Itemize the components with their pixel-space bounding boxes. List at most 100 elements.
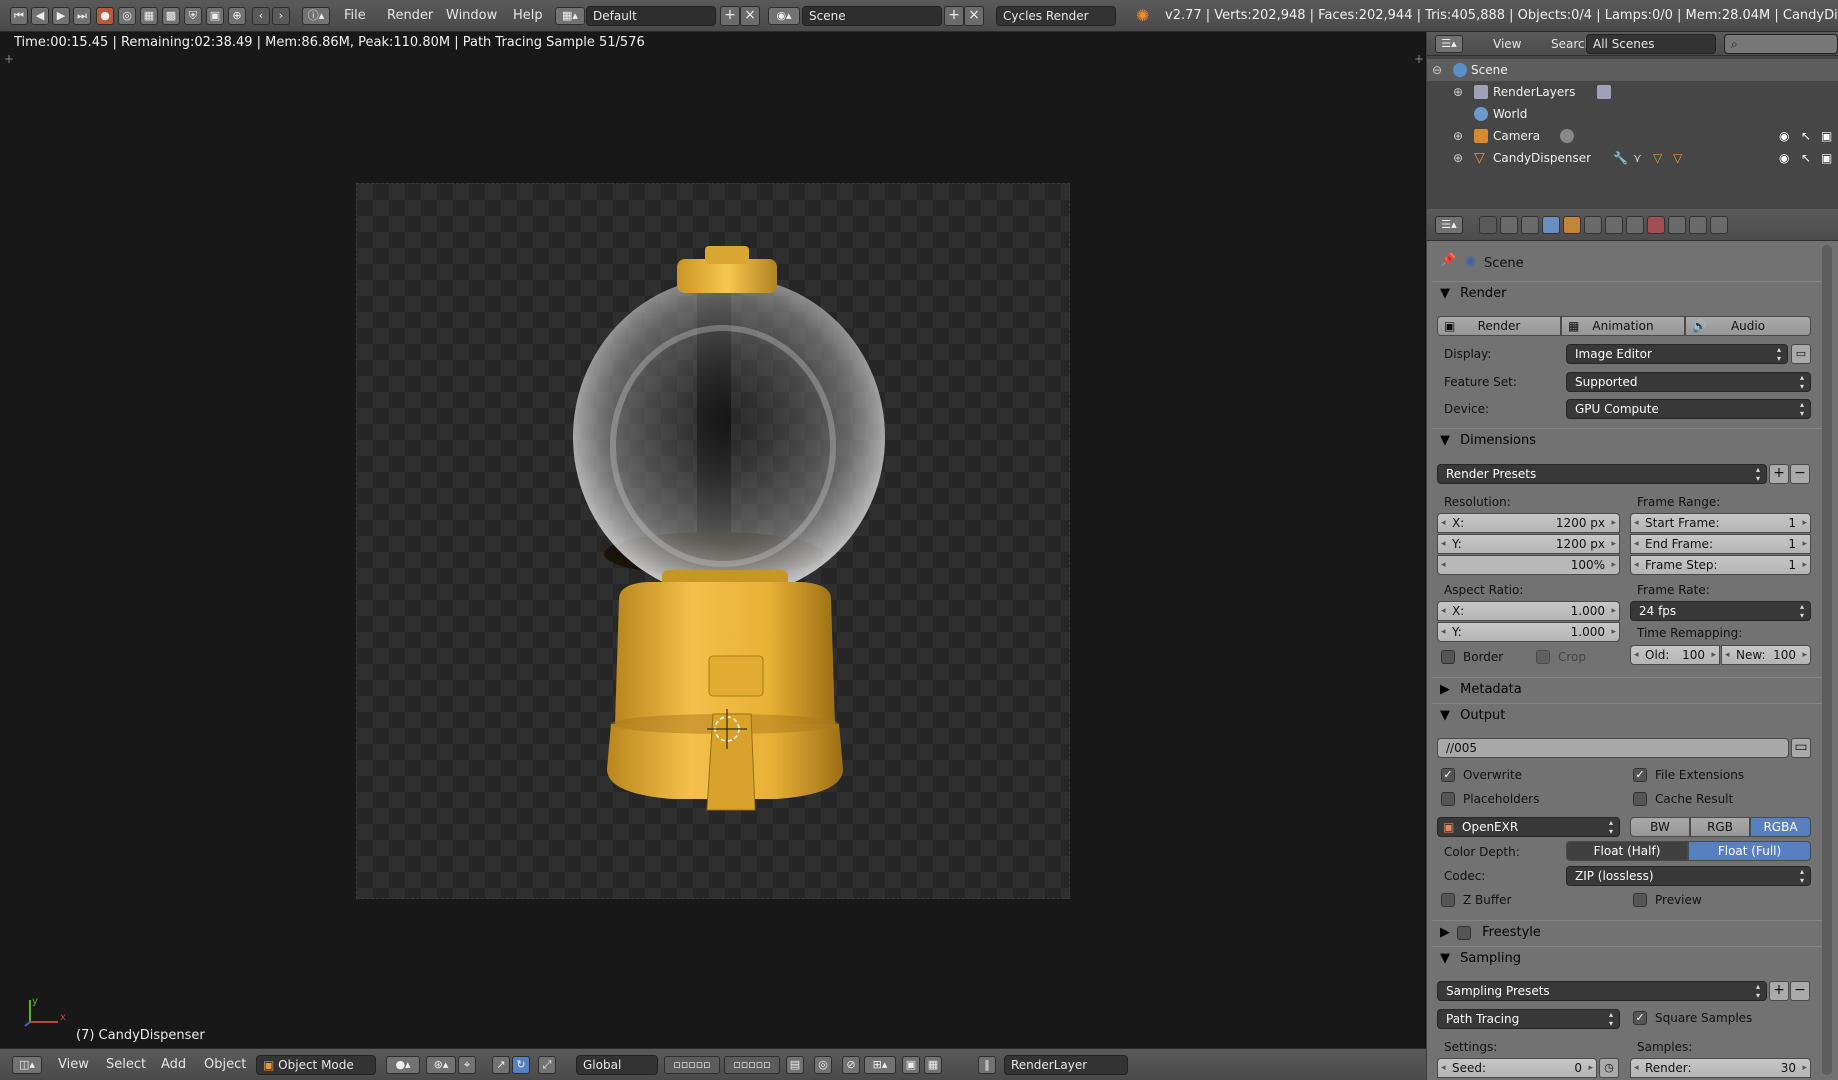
pause-icon[interactable]: ‖: [978, 1056, 996, 1074]
bw-button[interactable]: BW: [1630, 817, 1690, 837]
render-presets-select[interactable]: Render Presets: [1437, 464, 1767, 484]
remove-scene-button[interactable]: ×: [964, 6, 984, 26]
end-frame-field[interactable]: End Frame: 1: [1630, 534, 1811, 554]
display-select[interactable]: Image Editor: [1566, 344, 1788, 364]
world-tab-icon[interactable]: [1542, 216, 1560, 234]
outliner-filter-select[interactable]: All Scenes: [1586, 34, 1716, 54]
menu-window[interactable]: Window: [446, 8, 497, 23]
add-layout-button[interactable]: +: [720, 6, 740, 26]
zbuffer-checkbox[interactable]: [1441, 893, 1455, 907]
eye-icon[interactable]: ◉: [1779, 125, 1789, 147]
device-select[interactable]: GPU Compute: [1566, 399, 1811, 419]
remove-preset-button[interactable]: −: [1790, 464, 1810, 484]
camera-render-icon[interactable]: ▣: [206, 7, 224, 25]
properties-scrollbar[interactable]: [1822, 245, 1832, 1075]
start-frame-field[interactable]: Start Frame: 1: [1630, 513, 1811, 533]
time-new-field[interactable]: New: 100: [1721, 645, 1811, 665]
animation-button[interactable]: ▦ Animation: [1561, 316, 1685, 336]
properties-editor-icon[interactable]: ☰▴: [1435, 216, 1463, 234]
outliner-item-camera[interactable]: ⊕ Camera ◉ ↖ ▣: [1427, 125, 1838, 147]
editor-type-icon[interactable]: ◫▴: [12, 1056, 42, 1074]
scene-field[interactable]: Scene: [802, 6, 942, 26]
checker-icon[interactable]: ▩: [162, 7, 180, 25]
resolution-percent-field[interactable]: 100%: [1437, 555, 1620, 575]
object-tab-icon[interactable]: [1563, 216, 1581, 234]
window-icon[interactable]: ▭: [1791, 344, 1811, 364]
placeholders-checkbox[interactable]: [1441, 792, 1455, 806]
pin-icon[interactable]: 📌: [1440, 253, 1456, 268]
menu-add[interactable]: Add: [161, 1057, 186, 1072]
transform-orientation-select[interactable]: Global: [576, 1055, 658, 1075]
render-camera-icon[interactable]: ▣: [1821, 147, 1832, 169]
screen-layout-icon[interactable]: ▦▴: [555, 7, 585, 25]
menu-file[interactable]: File: [344, 8, 366, 23]
outliner-item-renderlayers[interactable]: ⊕ RenderLayers: [1427, 81, 1838, 103]
ogl-render-icon[interactable]: ▣: [902, 1056, 920, 1074]
codec-select[interactable]: ZIP (lossless): [1566, 866, 1811, 886]
proportional-edit-icon[interactable]: ◎: [814, 1056, 832, 1074]
resolution-y-field[interactable]: Y: 1200 px: [1437, 534, 1620, 554]
eye-icon[interactable]: ◉: [1779, 147, 1789, 169]
menu-help[interactable]: Help: [513, 8, 543, 23]
rotate-icon[interactable]: ↻: [512, 1056, 530, 1074]
render-panel-header[interactable]: ▼ Render: [1432, 281, 1822, 305]
menu-render[interactable]: Render: [387, 8, 433, 23]
viewport-shading-icon[interactable]: ●▴: [386, 1056, 420, 1074]
scale-icon[interactable]: ⤢: [538, 1056, 556, 1074]
freestyle-panel-header[interactable]: ▶ Freestyle: [1432, 920, 1822, 944]
corner-plus-icon[interactable]: +: [4, 52, 14, 66]
layers-icon-2[interactable]: ▫▫▫▫▫: [724, 1056, 780, 1074]
outliner-item-scene[interactable]: ⊖ Scene: [1427, 59, 1838, 81]
audio-button[interactable]: 🔊 Audio: [1685, 316, 1811, 336]
time-old-field[interactable]: Old: 100: [1630, 645, 1720, 665]
border-checkbox[interactable]: [1441, 650, 1455, 664]
outliner-editor-icon[interactable]: ☰▴: [1435, 35, 1463, 53]
expand-icon[interactable]: ⊕: [1453, 81, 1463, 103]
folder-icon[interactable]: ▭: [1791, 738, 1811, 758]
resolution-x-field[interactable]: X: 1200 px: [1437, 513, 1620, 533]
pivot-point-icon[interactable]: ⊛▴: [426, 1056, 456, 1074]
output-path-input[interactable]: //005: [1437, 738, 1789, 758]
preview-checkbox[interactable]: [1633, 893, 1647, 907]
texture-tab-icon[interactable]: [1668, 216, 1686, 234]
lock-icon[interactable]: ▤: [786, 1056, 804, 1074]
play-icon[interactable]: ▶: [52, 7, 70, 25]
file-extensions-checkbox[interactable]: ✓: [1633, 768, 1647, 782]
render-samples-field[interactable]: Render: 30: [1630, 1058, 1811, 1078]
modifiers-tab-icon[interactable]: [1605, 216, 1623, 234]
float-half-button[interactable]: Float (Half): [1566, 841, 1688, 861]
seed-field[interactable]: Seed: 0: [1437, 1058, 1597, 1078]
material-tab-icon[interactable]: [1647, 216, 1665, 234]
crop-checkbox[interactable]: [1536, 650, 1550, 664]
manipulator-toggle-icon[interactable]: ⌖: [458, 1056, 476, 1074]
outliner-menu-view[interactable]: View: [1493, 37, 1521, 51]
collapse-icon[interactable]: ⊖: [1432, 59, 1442, 81]
add-scene-button[interactable]: +: [944, 6, 964, 26]
jump-start-icon[interactable]: ⏮: [10, 7, 28, 25]
cursor-select-icon[interactable]: ↖: [1801, 125, 1811, 147]
outliner-search-input[interactable]: ⌕: [1724, 34, 1838, 54]
keying-icon[interactable]: ◎: [118, 7, 136, 25]
shield-icon[interactable]: ⛨: [184, 7, 202, 25]
rgb-button[interactable]: RGB: [1690, 817, 1750, 837]
remove-layout-button[interactable]: ×: [740, 6, 760, 26]
data-tab-icon[interactable]: [1626, 216, 1644, 234]
expand-icon[interactable]: ⊕: [1453, 147, 1463, 169]
constraints-tab-icon[interactable]: [1584, 216, 1602, 234]
corner-plus-icon-right[interactable]: +: [1414, 52, 1424, 66]
dimensions-panel-header[interactable]: ▼ Dimensions: [1432, 428, 1822, 452]
cursor-select-icon[interactable]: ↖: [1801, 147, 1811, 169]
sampling-presets-select[interactable]: Sampling Presets: [1437, 981, 1767, 1001]
particles-tab-icon[interactable]: [1689, 216, 1707, 234]
render-button[interactable]: ▣ Render: [1437, 316, 1561, 336]
outliner-item-world[interactable]: World: [1427, 103, 1838, 125]
sampling-panel-header[interactable]: ▼ Sampling: [1432, 946, 1822, 970]
menu-object[interactable]: Object: [204, 1057, 246, 1072]
mode-select[interactable]: ▣ Object Mode: [256, 1055, 376, 1075]
translate-icon[interactable]: ↗: [492, 1056, 510, 1074]
play-reverse-icon[interactable]: ◀: [31, 7, 49, 25]
render-tab-icon[interactable]: [1479, 216, 1497, 234]
menu-select[interactable]: Select: [106, 1057, 146, 1072]
render-engine-select[interactable]: Cycles Render: [996, 6, 1116, 26]
render-layer-select[interactable]: RenderLayer: [1004, 1055, 1128, 1075]
